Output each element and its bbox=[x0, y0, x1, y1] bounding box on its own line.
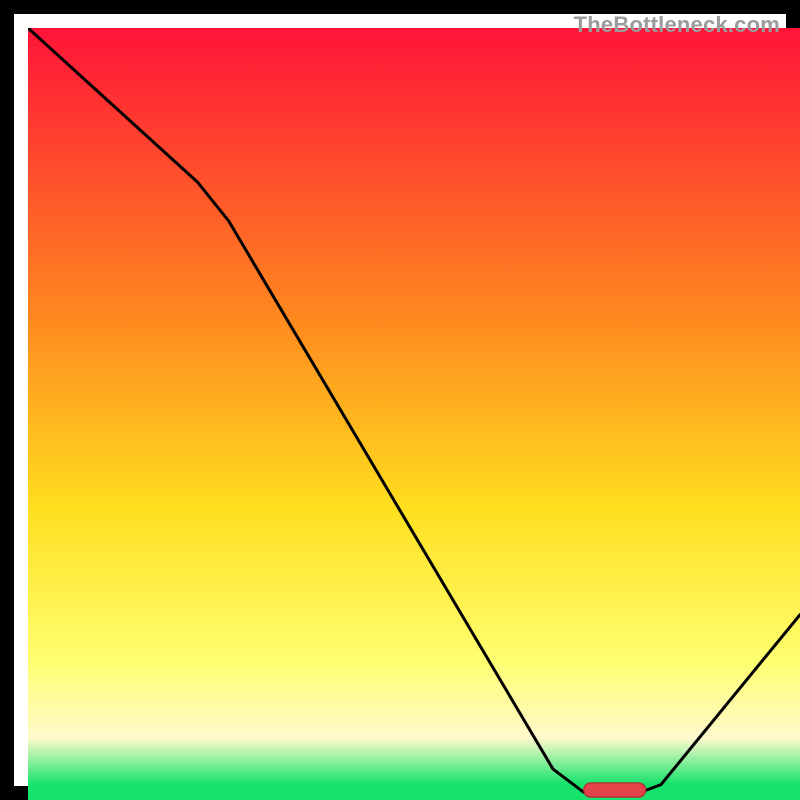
chart-frame: TheBottleneck.com bbox=[0, 0, 800, 800]
chart-plot-area bbox=[28, 28, 800, 800]
chart-svg bbox=[28, 28, 800, 800]
optimum-marker bbox=[584, 783, 646, 797]
gradient-background bbox=[28, 28, 800, 800]
